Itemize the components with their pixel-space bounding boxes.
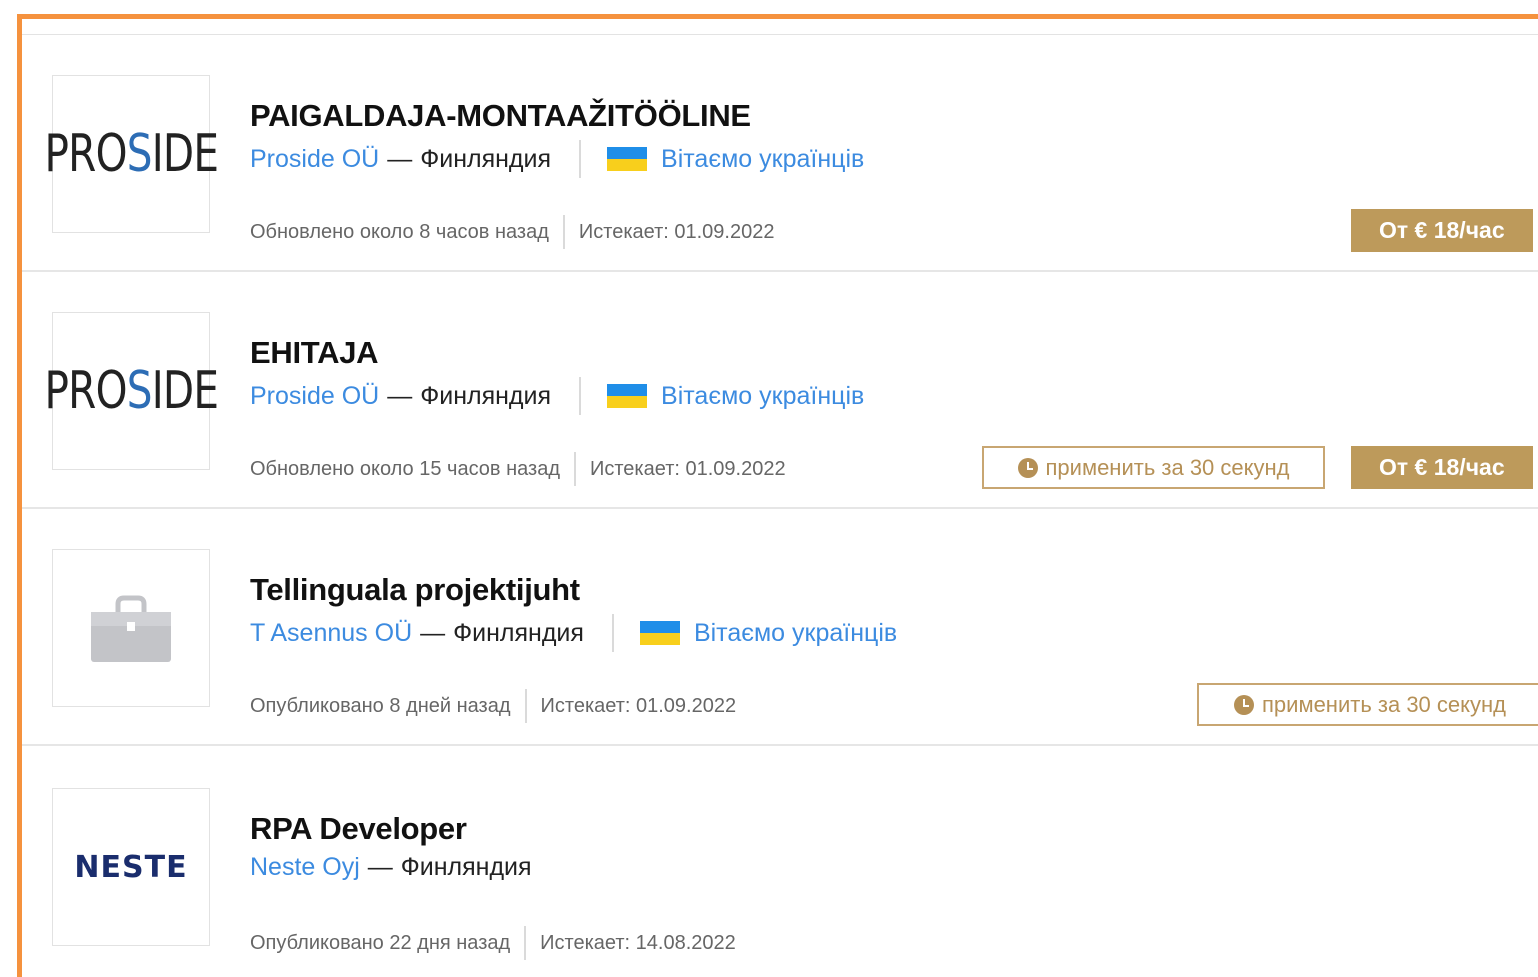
expires-text: Истекает: 14.08.2022 [540, 931, 736, 954]
divider [579, 140, 582, 178]
neste-logo: NESTE [74, 849, 188, 885]
company-line: Proside OÜ — Финляндия Вітаємо українців [250, 140, 864, 178]
meta-line: Опубликовано 22 дня назад Истекает: 14.0… [250, 926, 736, 960]
published-text: Опубликовано 8 дней назад [250, 694, 511, 717]
job-title[interactable]: RPA Developer [250, 811, 467, 847]
job-card[interactable]: PROSIDE EHITAJA Proside OÜ — Финляндия В… [22, 272, 1538, 509]
company-link[interactable]: Proside OÜ [250, 382, 379, 411]
briefcase-icon [91, 595, 171, 662]
job-title[interactable]: PAIGALDAJA-MONTAAŽITÖÖLINE [250, 98, 751, 134]
expires-text: Истекает: 01.09.2022 [540, 694, 737, 717]
updated-text: Обновлено около 8 часов назад [250, 220, 549, 243]
company-logo[interactable] [52, 549, 210, 707]
dash: — [420, 618, 446, 647]
job-card[interactable]: PROSIDE PAIGALDAJA-MONTAAŽITÖÖLINE Prosi… [22, 35, 1538, 272]
divider [579, 377, 582, 415]
company-link[interactable]: Proside OÜ [250, 145, 379, 174]
expires-text: Истекает: 01.09.2022 [578, 220, 775, 243]
company-line: Proside OÜ — Финляндия Вітаємо українців [250, 377, 864, 415]
divider [562, 215, 565, 249]
country: Финляндия [453, 618, 584, 647]
ukraine-welcome-link[interactable]: Вітаємо українців [661, 382, 864, 411]
meta-line: Опубликовано 8 дней назад Истекает: 01.0… [250, 689, 736, 723]
updated-text: Обновлено около 15 часов назад [250, 457, 560, 480]
salary-badge: От € 18/час [1351, 446, 1533, 489]
meta-line: Обновлено около 15 часов назад Истекает:… [250, 452, 786, 486]
meta-line: Обновлено около 8 часов назад Истекает: … [250, 215, 774, 249]
salary-badge: От € 18/час [1351, 209, 1533, 252]
company-link[interactable]: T Asennus OÜ [250, 619, 412, 648]
job-list-panel: PROSIDE PAIGALDAJA-MONTAAŽITÖÖLINE Prosi… [17, 14, 1538, 977]
company-line: T Asennus OÜ — Финляндия Вітаємо українц… [250, 614, 897, 652]
country: Финляндия [400, 853, 532, 881]
ukraine-flag-icon [639, 621, 680, 645]
quick-apply-button[interactable]: применить за 30 секунд [1197, 683, 1538, 726]
ukraine-flag-icon [607, 384, 648, 408]
dash: — [367, 853, 393, 881]
company-logo[interactable]: NESTE [52, 788, 210, 946]
job-title[interactable]: Tellinguala projektijuht [250, 572, 580, 608]
dash: — [387, 144, 413, 173]
company-link[interactable]: Neste Oyj [250, 853, 360, 882]
divider [574, 452, 576, 486]
dash: — [387, 381, 413, 410]
company-line: Neste Oyj — Финляндия [250, 853, 532, 882]
published-text: Опубликовано 22 дня назад [250, 931, 511, 954]
divider [611, 614, 614, 652]
quick-apply-button[interactable]: применить за 30 секунд [982, 446, 1325, 489]
clock-icon [1017, 457, 1038, 478]
job-card[interactable]: Tellinguala projektijuht T Asennus OÜ — … [22, 509, 1538, 746]
divider [524, 689, 527, 723]
company-logo[interactable]: PROSIDE [44, 312, 219, 470]
ukraine-flag-icon [607, 147, 648, 171]
ukraine-welcome-link[interactable]: Вітаємо українців [694, 619, 897, 648]
clock-icon [1234, 694, 1254, 715]
ukraine-welcome-link[interactable]: Вітаємо українців [661, 145, 864, 174]
expires-text: Истекает: 01.09.2022 [590, 457, 786, 480]
job-title[interactable]: EHITAJA [250, 335, 379, 371]
country: Финляндия [420, 381, 552, 410]
proside-logo: PROSIDE [44, 361, 218, 421]
divider [524, 926, 527, 960]
quick-apply-label: применить за 30 секунд [1262, 691, 1506, 717]
job-card[interactable]: NESTE RPA Developer Neste Oyj — Финлянди… [22, 746, 1538, 977]
country: Финляндия [420, 144, 552, 173]
company-logo[interactable]: PROSIDE [44, 75, 219, 233]
quick-apply-label: применить за 30 секунд [1045, 454, 1290, 480]
proside-logo: PROSIDE [44, 124, 218, 184]
